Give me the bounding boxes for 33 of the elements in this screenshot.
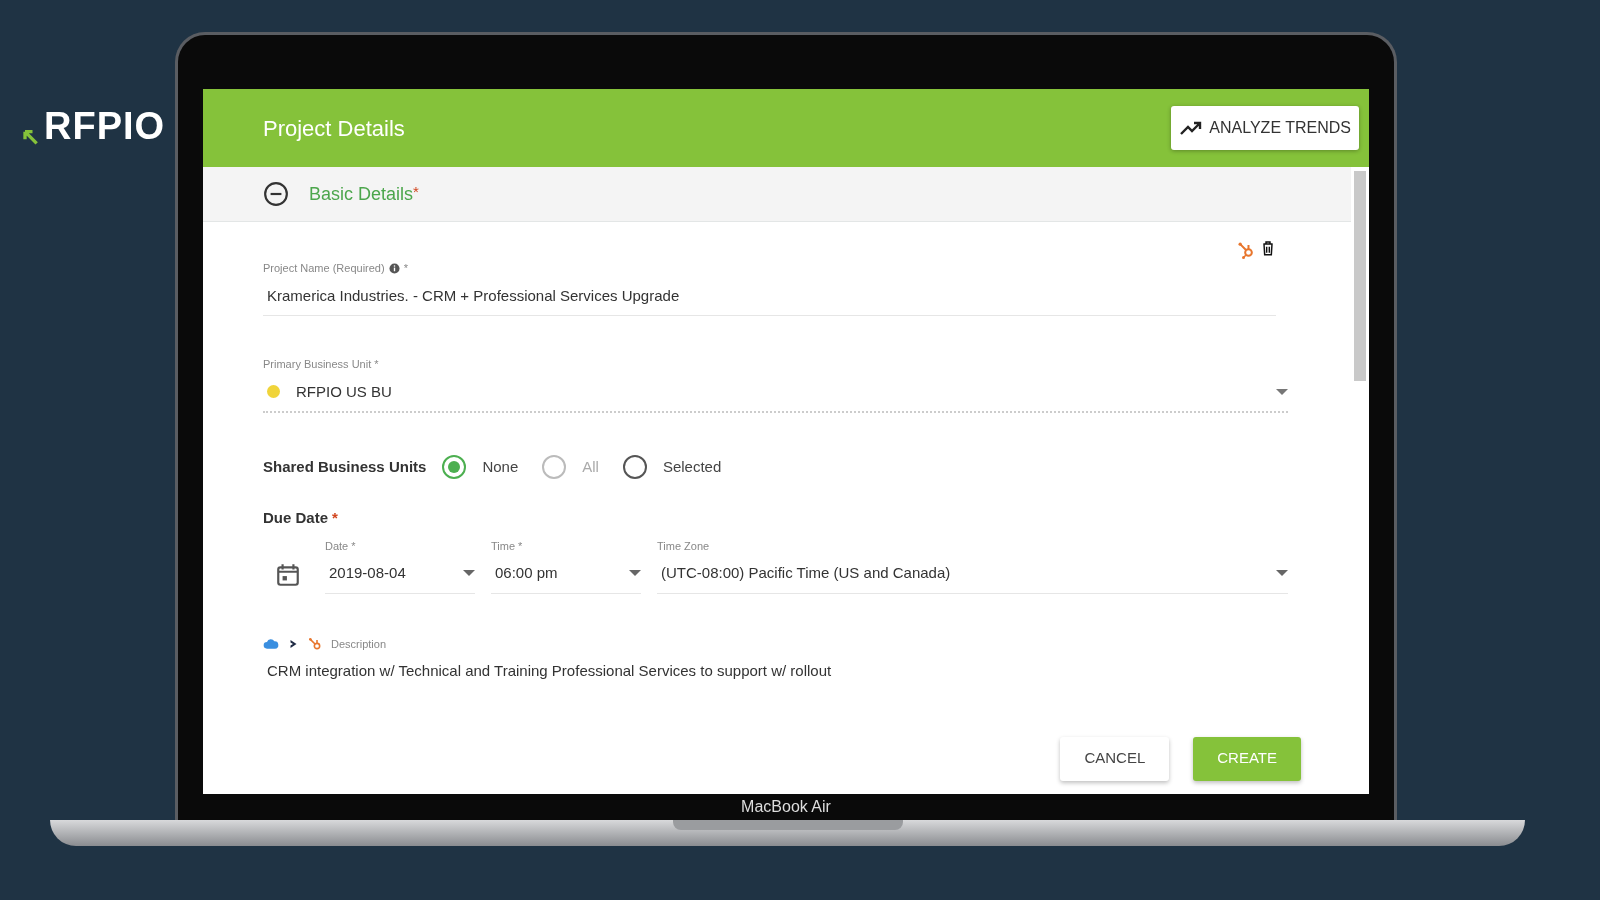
- caret-icon: [1276, 388, 1288, 395]
- caret-icon: [1276, 570, 1288, 577]
- field-label: Description: [331, 636, 387, 652]
- collapse-icon[interactable]: [263, 181, 289, 207]
- time-zone-dropdown[interactable]: (UTC-08:00) Pacific Time (US and Canada): [657, 554, 1288, 594]
- hub-icon[interactable]: [307, 635, 323, 652]
- page-title: Project Details: [263, 114, 405, 143]
- device-label: MacBook Air: [741, 797, 831, 817]
- field-label: Time *: [491, 538, 524, 554]
- field-label: Shared Business Units: [263, 456, 427, 477]
- required-mark: *: [403, 261, 408, 276]
- project-name-field[interactable]: Kramerica Industries. - CRM + Professional Services Upgrade: [263, 276, 1276, 316]
- logo-text: RFPIO: [44, 107, 166, 145]
- time-dropdown[interactable]: 06:00 pm: [491, 554, 641, 594]
- trash-icon[interactable]: [1260, 240, 1276, 256]
- info-icon[interactable]: [388, 262, 400, 274]
- radio-option[interactable]: None: [442, 455, 519, 479]
- caret-icon: [629, 570, 641, 577]
- field-label: Date *: [325, 538, 357, 554]
- date-dropdown[interactable]: 2019-08-04: [325, 554, 475, 594]
- field-label: Project Name (Required): [263, 261, 385, 276]
- caret-icon: [463, 570, 475, 577]
- scrollbar-thumb[interactable]: [1354, 171, 1366, 381]
- field-label: Primary Business Unit *: [263, 357, 380, 372]
- field-label: Time Zone: [657, 538, 711, 554]
- radio-option[interactable]: Selected: [622, 455, 722, 479]
- section-title: Basic Details*: [309, 181, 419, 206]
- calendar-icon[interactable]: [275, 561, 301, 588]
- description-text[interactable]: CRM integration w/ Technical and Training Professional Services to support w/ rollout: [263, 652, 1276, 683]
- analyze-trends-button[interactable]: ANALYZE TRENDS: [1171, 106, 1359, 150]
- cancel-button[interactable]: CANCEL: [1060, 736, 1170, 781]
- section-label: Due Date *: [263, 508, 339, 528]
- business-unit-dropdown[interactable]: RFPIO US BU: [263, 372, 1288, 413]
